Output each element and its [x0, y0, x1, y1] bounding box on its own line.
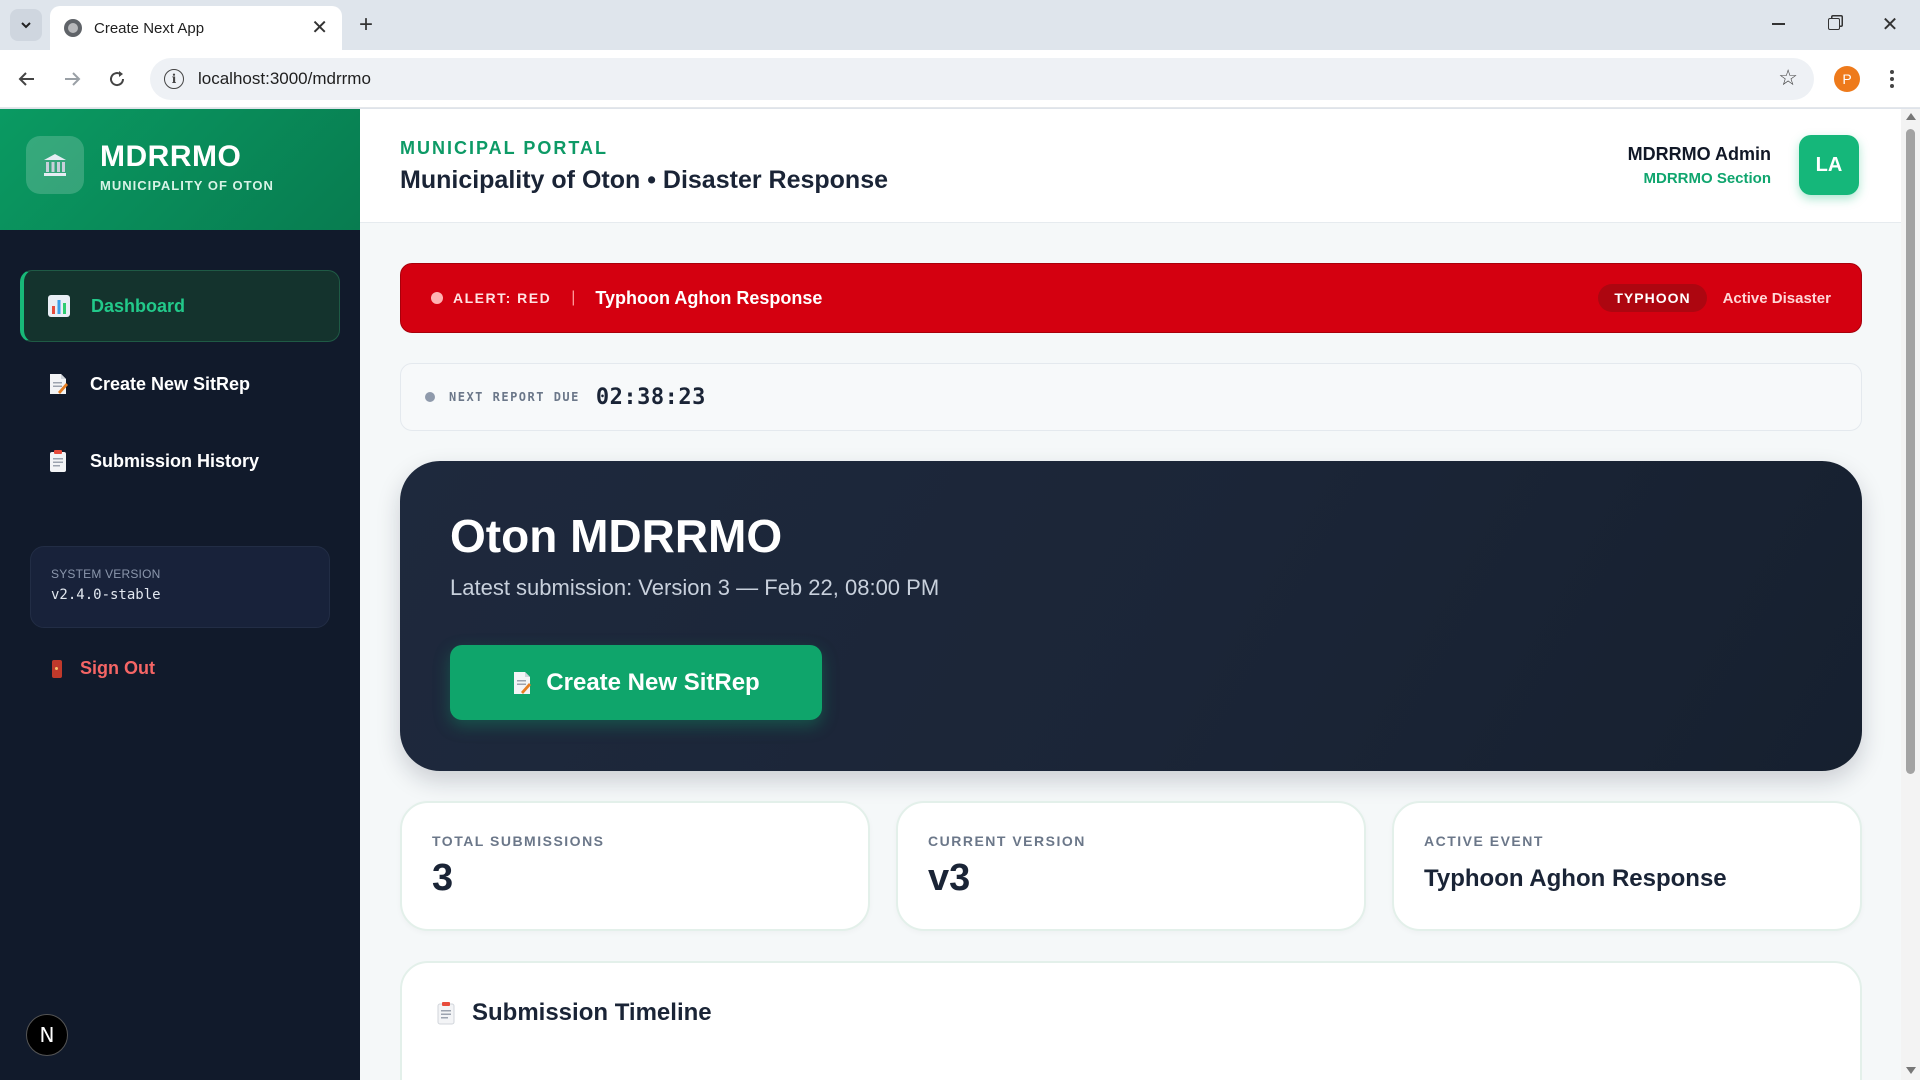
url-text[interactable]: localhost:3000/mdrrmo — [198, 69, 371, 89]
portal-label: MUNICIPAL PORTAL — [400, 138, 608, 158]
restore-icon — [1828, 18, 1840, 30]
user-name: MDRRMO Admin — [1627, 144, 1771, 164]
minimize-icon — [1771, 23, 1785, 25]
browser-tab-strip: Create Next App ✕ + ✕ — [0, 0, 1920, 50]
window-close-button[interactable]: ✕ — [1870, 8, 1910, 40]
hero-card: Oton MDRRMO Latest submission: Version 3… — [400, 461, 1862, 771]
timer-dot-icon — [425, 392, 435, 402]
report-timer: NEXT REPORT DUE 02:38:23 — [400, 363, 1862, 431]
submission-timeline-card: Submission Timeline — [400, 961, 1862, 1080]
alert-banner: ALERT: RED | Typhoon Aghon Response TYPH… — [400, 263, 1862, 333]
scrollbar-thumb[interactable] — [1906, 129, 1915, 774]
clipboard-icon — [50, 450, 66, 472]
alert-level: ALERT: RED — [453, 290, 552, 306]
scroll-up-icon[interactable] — [1906, 113, 1916, 120]
sidebar-item-label: Create New SitRep — [90, 373, 251, 394]
sidebar-item-label: Dashboard — [91, 295, 186, 316]
sign-out-button[interactable]: Sign Out — [52, 658, 155, 679]
page-scrollbar[interactable] — [1901, 109, 1920, 1080]
stat-total-submissions: TOTAL SUBMISSIONS 3 — [400, 801, 870, 931]
version-label: SYSTEM VERSION — [51, 567, 161, 581]
arrow-right-icon — [65, 72, 81, 86]
stat-active-event: ACTIVE EVENT Typhoon Aghon Response — [1392, 801, 1862, 931]
globe-icon — [64, 19, 82, 37]
sidebar-item-submission-history[interactable]: Submission History — [20, 425, 340, 497]
sidebar-brand: MDRRMO MUNICIPALITY OF OTON — [0, 109, 360, 230]
tab-close-icon[interactable]: ✕ — [311, 18, 328, 38]
alert-dot-icon — [431, 292, 443, 304]
page-header: MUNICIPAL PORTAL Municipality of Oton • … — [360, 109, 1901, 223]
hero-subtitle: Latest submission: Version 3 — Feb 22, 0… — [450, 575, 940, 600]
back-button[interactable] — [12, 64, 42, 94]
new-tab-button[interactable]: + — [352, 11, 380, 39]
brand-name: MDRRMO — [100, 140, 242, 173]
scroll-down-icon[interactable] — [1906, 1067, 1916, 1074]
reload-button[interactable] — [102, 64, 132, 94]
clipboard-icon — [437, 1002, 455, 1025]
system-version-box: SYSTEM VERSION v2.4.0-stable — [30, 546, 330, 628]
site-info-icon[interactable]: i — [164, 69, 184, 89]
restore-button[interactable] — [1814, 8, 1854, 40]
address-bar[interactable]: i localhost:3000/mdrrmo ☆ — [150, 58, 1814, 100]
stat-value: v3 — [928, 857, 971, 899]
document-icon — [514, 671, 532, 694]
stat-label: ACTIVE EVENT — [1424, 833, 1544, 849]
door-icon — [52, 659, 62, 678]
sidebar-item-create-sitrep[interactable]: Create New SitRep — [20, 348, 340, 420]
timer-value: 02:38:23 — [595, 384, 706, 410]
bookmark-star-icon[interactable]: ☆ — [1778, 67, 1798, 89]
stat-value: Typhoon Aghon Response — [1424, 865, 1727, 892]
profile-avatar[interactable]: P — [1834, 66, 1860, 92]
hero-title: Oton MDRRMO — [450, 510, 783, 562]
user-avatar[interactable]: LA — [1799, 135, 1859, 195]
reload-icon — [110, 71, 125, 87]
timer-label: NEXT REPORT DUE — [449, 390, 580, 404]
alert-separator: | — [571, 289, 576, 306]
timeline-heading: Submission Timeline — [436, 999, 712, 1027]
stat-label: CURRENT VERSION — [928, 833, 1086, 849]
bar-chart-icon — [48, 295, 70, 317]
stat-value: 3 — [432, 857, 454, 899]
stat-current-version: CURRENT VERSION v3 — [896, 801, 1366, 931]
forward-button[interactable] — [57, 64, 87, 94]
create-sitrep-label: Create New SitRep — [546, 668, 760, 696]
timeline-title: Submission Timeline — [472, 999, 712, 1026]
chevron-down-icon — [21, 22, 31, 29]
browser-tab[interactable]: Create Next App ✕ — [50, 6, 342, 50]
tab-search-button[interactable] — [10, 9, 42, 41]
sign-out-label: Sign Out — [80, 658, 155, 678]
arrow-left-icon — [18, 72, 34, 86]
user-section: MDRRMO Section — [1643, 170, 1772, 187]
browser-menu-button[interactable] — [1880, 64, 1904, 94]
sidebar: MDRRMO MUNICIPALITY OF OTON Dashboard Cr… — [0, 109, 360, 1080]
document-icon — [50, 374, 68, 394]
alert-event-name: Typhoon Aghon Response — [595, 287, 823, 308]
create-sitrep-button[interactable]: Create New SitRep — [450, 645, 822, 720]
sidebar-item-label: Submission History — [90, 450, 260, 471]
version-value: v2.4.0-stable — [51, 587, 161, 603]
main-content: MUNICIPAL PORTAL Municipality of Oton • … — [360, 109, 1901, 1080]
stat-label: TOTAL SUBMISSIONS — [432, 833, 605, 849]
building-icon — [26, 136, 84, 194]
browser-toolbar: i localhost:3000/mdrrmo ☆ P — [0, 50, 1920, 108]
sidebar-item-dashboard[interactable]: Dashboard — [20, 270, 340, 342]
brand-subtitle: MUNICIPALITY OF OTON — [100, 178, 274, 193]
tab-title: Create Next App — [94, 19, 205, 37]
alert-type-badge: TYPHOON — [1598, 284, 1707, 312]
alert-status: Active Disaster — [1722, 289, 1831, 307]
page-title: Municipality of Oton • Disaster Response — [400, 166, 889, 194]
nextjs-dev-badge[interactable]: N — [26, 1014, 68, 1056]
minimize-button[interactable] — [1758, 8, 1798, 40]
